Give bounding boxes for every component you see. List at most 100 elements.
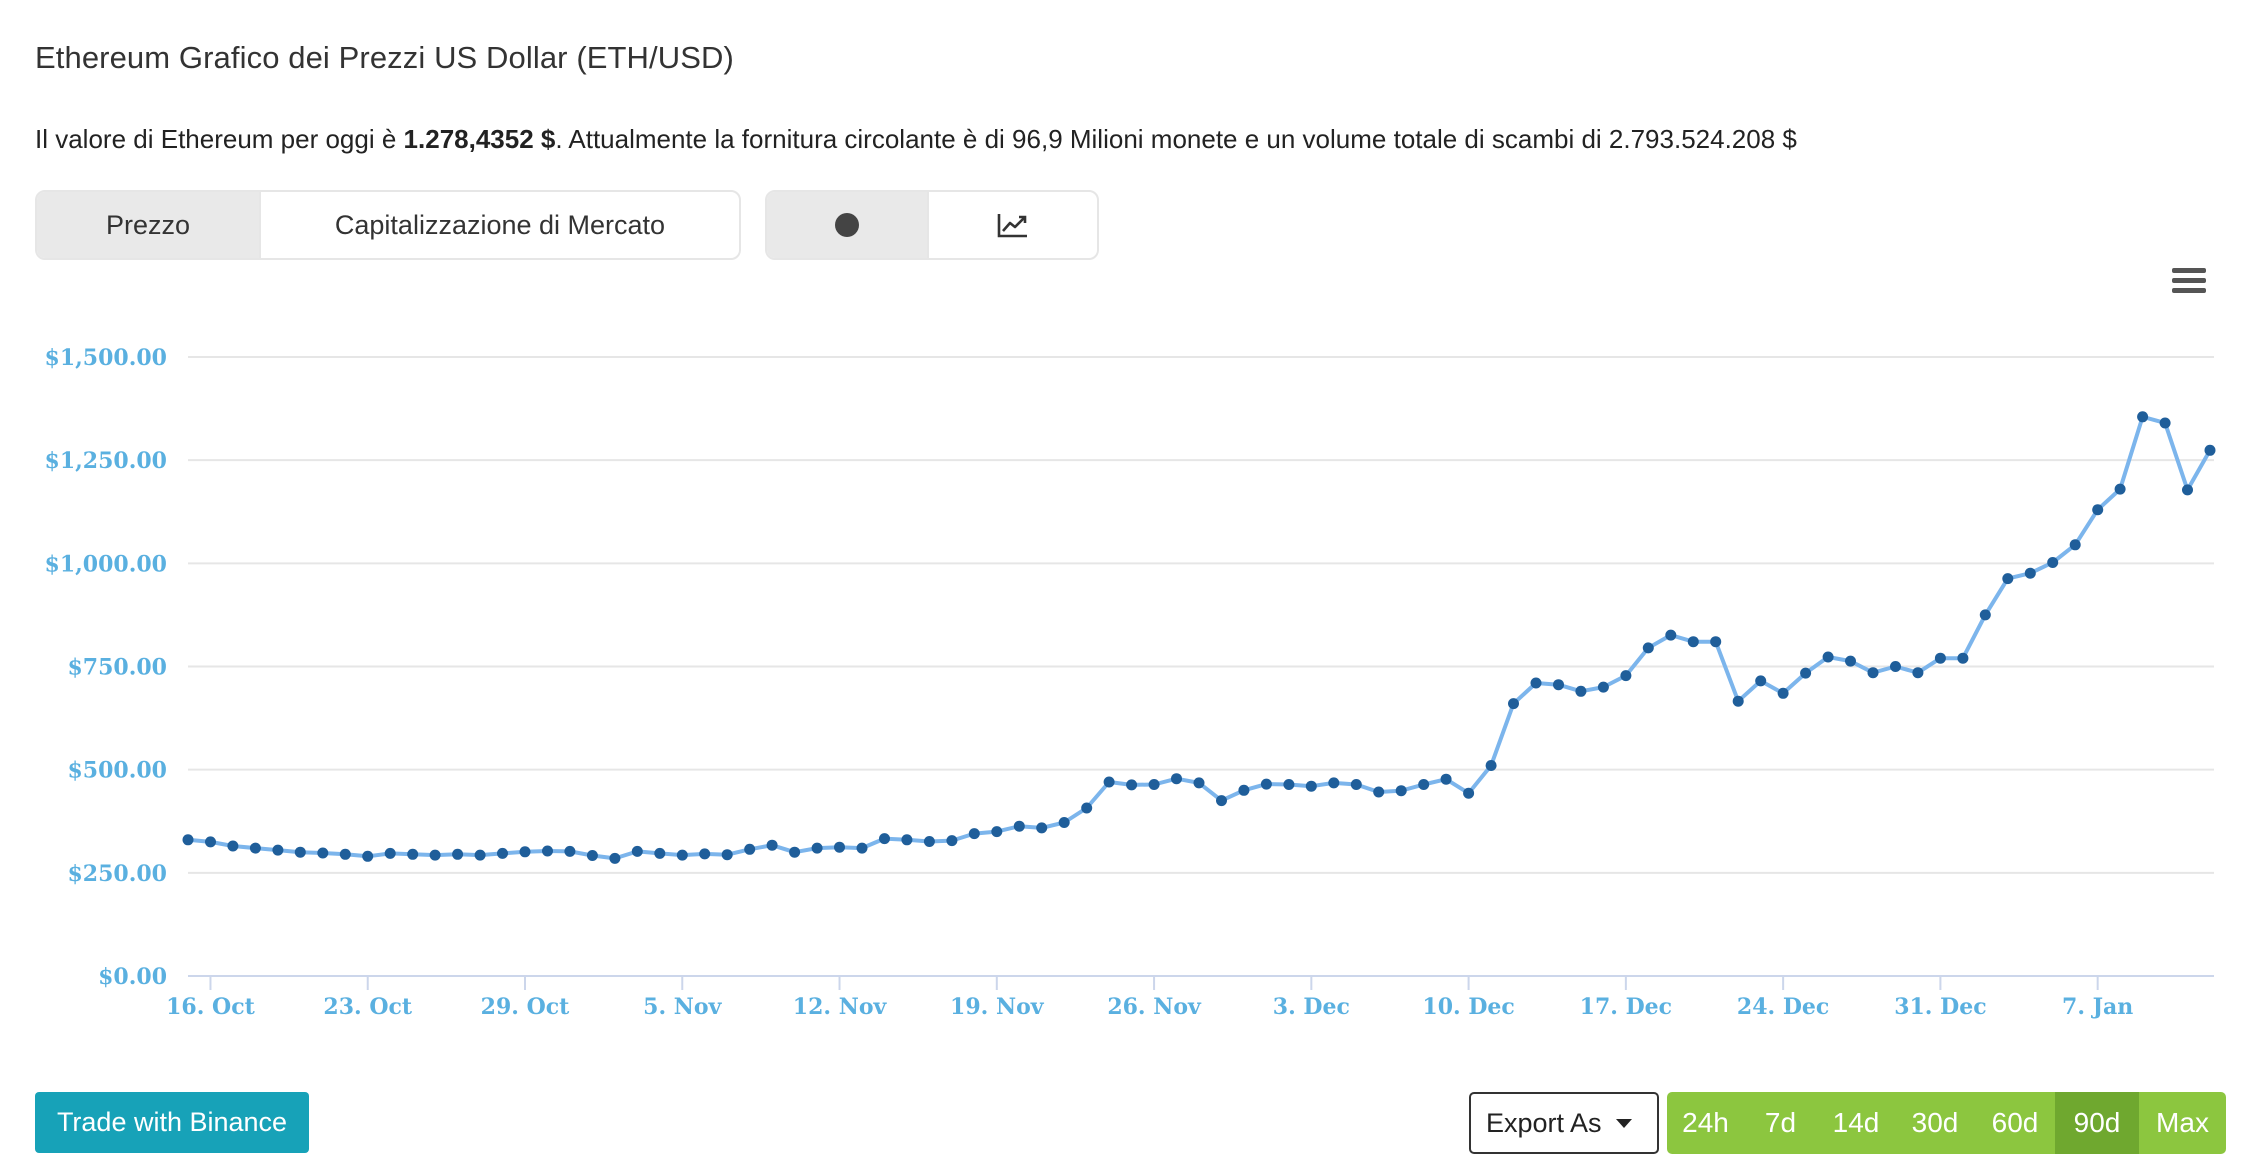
data-point xyxy=(2047,557,2059,568)
range-button-24h[interactable]: 24h xyxy=(1667,1092,1744,1154)
data-point xyxy=(1193,777,1205,789)
data-point xyxy=(1979,609,1991,621)
x-tick-label: 16. Oct xyxy=(166,994,255,1020)
export-label: Export As xyxy=(1486,1107,1602,1138)
data-point xyxy=(744,843,756,855)
data-point xyxy=(1710,636,1722,648)
data-point xyxy=(497,847,508,859)
data-point xyxy=(2114,483,2126,495)
data-point xyxy=(834,841,845,853)
data-point xyxy=(2182,484,2193,496)
tab-price[interactable]: Prezzo xyxy=(37,192,261,258)
description-prefix: Il valore di Ethereum per oggi è xyxy=(35,124,404,154)
data-point xyxy=(766,839,778,851)
data-point xyxy=(1687,636,1699,648)
time-range-buttons: 24h 7d 14d 30d 60d 90d Max xyxy=(1667,1092,2226,1154)
data-point xyxy=(923,836,935,847)
data-point xyxy=(1777,687,1789,699)
data-point xyxy=(1485,760,1497,771)
metric-tabs: Prezzo Capitalizzazione di Mercato xyxy=(35,190,741,260)
data-point xyxy=(1238,784,1250,796)
data-point xyxy=(2024,567,2036,579)
range-button-60d[interactable]: 60d xyxy=(1975,1092,2055,1154)
data-point xyxy=(609,852,621,864)
data-point xyxy=(1418,779,1430,790)
data-point xyxy=(1463,787,1475,799)
data-point xyxy=(1440,773,1452,785)
data-point xyxy=(1148,779,1160,790)
data-point xyxy=(452,848,464,860)
tab-market-cap[interactable]: Capitalizzazione di Mercato xyxy=(261,192,739,258)
data-point xyxy=(227,840,239,852)
data-point xyxy=(1665,629,1677,641)
caret-down-icon xyxy=(1615,1118,1632,1128)
x-tick-label: 5. Nov xyxy=(643,994,722,1020)
data-point xyxy=(1755,675,1767,687)
data-point xyxy=(474,849,486,861)
data-point xyxy=(1103,776,1115,788)
data-point xyxy=(429,849,441,861)
data-point xyxy=(1373,786,1385,798)
range-button-14d[interactable]: 14d xyxy=(1817,1092,1895,1154)
data-point xyxy=(654,847,666,859)
data-point xyxy=(991,826,1003,838)
trade-with-binance-button[interactable]: Trade with Binance xyxy=(35,1092,309,1153)
data-point xyxy=(901,834,913,846)
dot-view-button[interactable] xyxy=(767,192,929,258)
data-point xyxy=(699,848,711,860)
data-point xyxy=(564,845,576,857)
data-point xyxy=(856,842,868,854)
y-tick-label: $0.00 xyxy=(98,964,167,990)
data-point xyxy=(2204,444,2216,456)
line-chart-icon xyxy=(997,214,1027,238)
data-point xyxy=(1350,779,1362,790)
price-chart: $0.00 $250.00 $500.00 $750.00 $1,000.00 $1,25… xyxy=(45,345,2216,1020)
data-point xyxy=(1642,642,1654,654)
data-point xyxy=(1822,651,1834,663)
data-point xyxy=(1171,773,1182,785)
data-point xyxy=(542,845,553,857)
range-button-7d[interactable]: 7d xyxy=(1744,1092,1817,1154)
data-point xyxy=(1867,667,1879,679)
data-point xyxy=(1575,685,1587,697)
data-point xyxy=(294,846,306,858)
dot-icon xyxy=(835,213,859,237)
data-point xyxy=(1081,802,1093,814)
range-button-90d[interactable]: 90d xyxy=(2055,1092,2139,1154)
view-toggle xyxy=(765,190,1099,260)
y-tick-label: $1,000.00 xyxy=(45,551,167,577)
data-point xyxy=(407,848,419,860)
x-tick-label: 10. Dec xyxy=(1422,994,1514,1020)
export-dropdown[interactable]: Export As xyxy=(1469,1092,1659,1154)
data-point xyxy=(1036,822,1048,834)
data-point xyxy=(362,850,374,862)
current-price: 1.278,4352 $ xyxy=(403,124,556,154)
data-point xyxy=(2092,504,2104,516)
y-tick-label: $1,500.00 xyxy=(45,345,167,371)
data-point xyxy=(946,835,958,847)
data-point xyxy=(1912,667,1924,679)
data-point xyxy=(676,849,688,861)
data-point xyxy=(1328,777,1340,789)
data-point xyxy=(879,833,890,845)
y-tick-label: $1,250.00 xyxy=(45,448,167,474)
data-point xyxy=(1732,695,1744,707)
x-tick-label: 12. Nov xyxy=(793,994,888,1020)
x-tick-label: 31. Dec xyxy=(1894,994,1986,1020)
data-point xyxy=(519,846,531,858)
data-point xyxy=(631,845,643,857)
price-description: Il valore di Ethereum per oggi è 1.278,4… xyxy=(35,124,1797,155)
line-view-button[interactable] xyxy=(929,192,1097,258)
range-button-max[interactable]: Max xyxy=(2139,1092,2226,1154)
data-point xyxy=(1800,667,1812,679)
data-point xyxy=(205,836,216,848)
data-point xyxy=(1890,661,1901,672)
data-point xyxy=(1597,681,1609,693)
range-button-30d[interactable]: 30d xyxy=(1895,1092,1975,1154)
x-tick-label: 19. Nov xyxy=(950,994,1045,1020)
data-point xyxy=(1553,679,1564,691)
data-point xyxy=(586,850,598,861)
x-tick-label: 7. Jan xyxy=(2062,994,2133,1020)
data-point xyxy=(272,844,284,856)
data-point xyxy=(1013,820,1025,832)
